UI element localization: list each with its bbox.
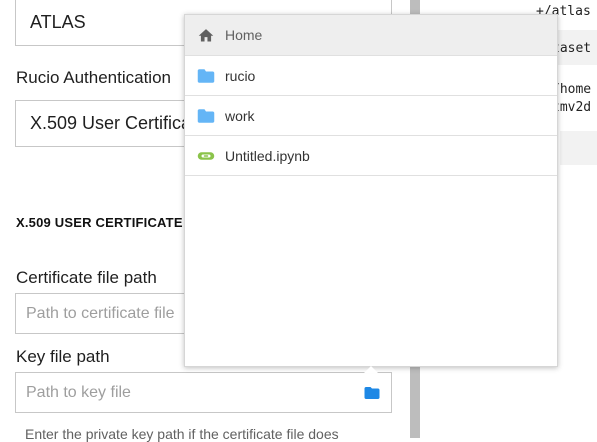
file-browser-item[interactable]: work (185, 96, 557, 136)
browse-folder-icon[interactable] (363, 384, 381, 402)
file-browser-item[interactable]: Untitled.ipynb (185, 136, 557, 176)
popover-pointer (364, 366, 378, 373)
key-path-input[interactable] (26, 373, 356, 412)
code-block (560, 131, 597, 165)
folder-icon (197, 108, 215, 124)
notebook-icon (197, 148, 215, 164)
file-browser-home-row[interactable]: Home (185, 15, 557, 56)
auth-method-value: X.509 User Certificate (30, 113, 207, 133)
key-path-help-text: Enter the private key path if the certif… (25, 426, 339, 442)
file-browser-popover: Home rucio work Untitled.ipynb (184, 14, 558, 367)
rucio-auth-label: Rucio Authentication (16, 68, 171, 87)
file-browser-item-name: work (225, 108, 255, 124)
file-browser-item-name: Untitled.ipynb (225, 148, 310, 164)
instance-select-value: ATLAS (30, 12, 86, 32)
folder-icon (197, 68, 215, 84)
certificate-path-label: Certificate file path (16, 268, 157, 287)
key-path-label: Key file path (16, 347, 110, 366)
section-heading-x509: X.509 USER CERTIFICATE (16, 215, 183, 230)
home-icon (197, 27, 215, 43)
home-label: Home (225, 27, 263, 43)
file-browser-item[interactable]: rucio (185, 56, 557, 96)
key-path-field (15, 372, 392, 413)
file-browser-item-name: rucio (225, 68, 256, 84)
